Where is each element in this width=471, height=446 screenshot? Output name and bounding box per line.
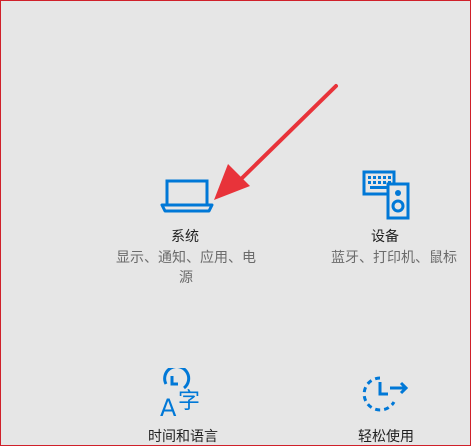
tile-title: 设备 <box>371 229 399 245</box>
keyboard-speaker-icon <box>362 168 412 224</box>
svg-text:A: A <box>160 394 177 422</box>
tile-description: 显示、通知、应用、电 源 <box>106 248 266 288</box>
tile-description-line: 源 <box>179 270 193 286</box>
tile-title: 轻松使用 <box>358 429 414 445</box>
ease-of-access-icon <box>360 372 414 422</box>
laptop-icon <box>160 174 216 220</box>
clock-language-icon: A 字 <box>158 365 212 426</box>
tile-description-line: 显示、通知、应用、电 <box>116 250 256 266</box>
svg-text:字: 字 <box>178 389 200 414</box>
tile-title: 时间和语言 <box>148 429 218 445</box>
tile-description: 蓝牙、打印机、鼠标 <box>331 250 457 266</box>
tile-title: 系统 <box>171 229 199 245</box>
